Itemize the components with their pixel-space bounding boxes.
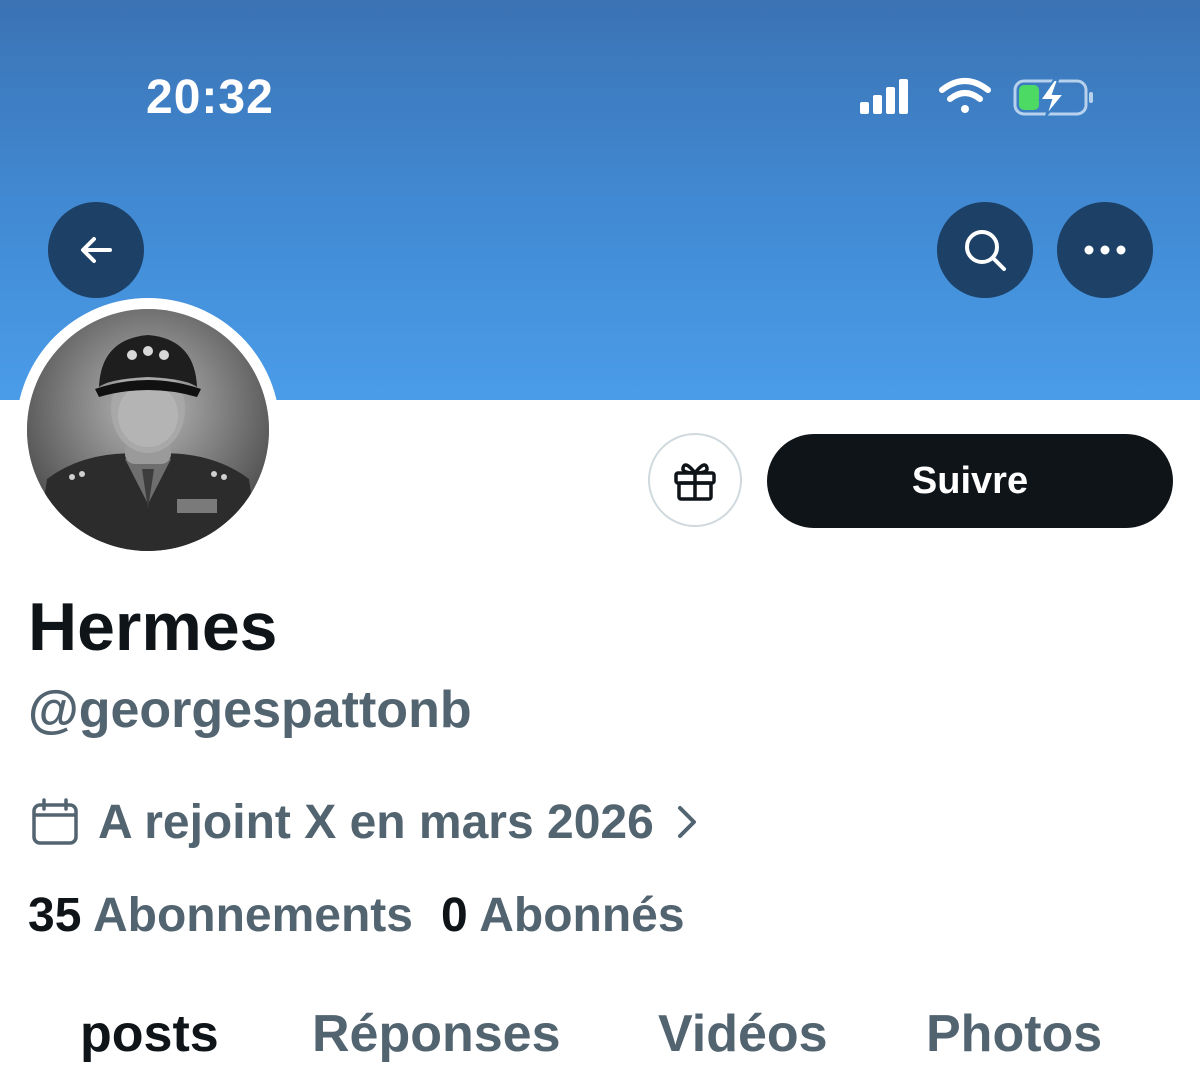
following-count: 35	[28, 889, 82, 942]
joined-date-row[interactable]: A rejoint X en mars 2026	[30, 790, 698, 854]
joined-date-text: A rejoint X en mars 2026	[98, 795, 654, 849]
wifi-icon	[939, 78, 991, 113]
gift-icon	[674, 463, 716, 501]
status-time: 20:32	[146, 71, 274, 124]
avatar[interactable]	[27, 309, 269, 551]
tab-videos[interactable]: Vidéos	[658, 1004, 828, 1064]
follow-stats: 35 Abonnements 0 Abonnés	[28, 888, 685, 943]
display-name: Hermes	[28, 589, 278, 665]
followers-label: Abonnés	[479, 889, 685, 942]
search-button[interactable]	[937, 202, 1033, 298]
more-horizontal-icon	[1084, 245, 1126, 255]
search-icon	[965, 230, 1006, 271]
status-icons	[858, 76, 1098, 120]
calendar-icon	[32, 798, 78, 845]
tab-replies[interactable]: Réponses	[312, 1004, 561, 1064]
follow-button[interactable]: Suivre	[767, 434, 1173, 528]
tab-posts[interactable]: posts	[80, 1004, 219, 1064]
more-button[interactable]	[1057, 202, 1153, 298]
arrow-left-icon	[81, 237, 112, 263]
user-handle: @georgespattonb	[28, 681, 472, 739]
followers-count: 0	[440, 889, 468, 942]
tab-photos[interactable]: Photos	[926, 1004, 1102, 1064]
gift-button[interactable]	[648, 433, 742, 527]
chevron-right-icon	[677, 806, 696, 838]
followers-link[interactable]: 0 Abonnés	[441, 889, 685, 942]
back-button[interactable]	[48, 202, 144, 298]
following-label: Abonnements	[92, 889, 413, 942]
battery-charging-icon	[1013, 79, 1093, 117]
following-link[interactable]: 35 Abonnements	[28, 889, 413, 942]
cellular-signal-icon	[860, 79, 908, 114]
